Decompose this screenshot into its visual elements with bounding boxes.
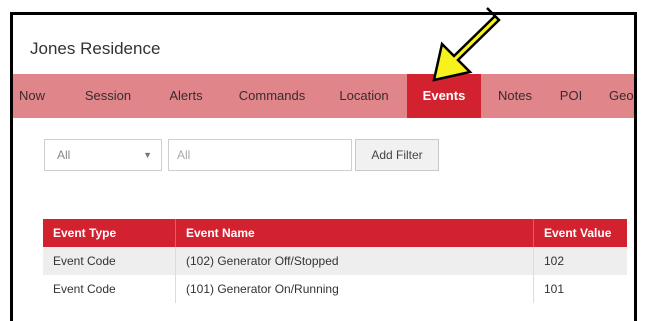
cell-event-type: Event Code bbox=[53, 254, 116, 268]
cell-event-name: (102) Generator Off/Stopped bbox=[175, 247, 533, 275]
tab-now[interactable]: Now bbox=[13, 74, 51, 118]
cell-event-value: 102 bbox=[533, 247, 627, 275]
tab-notes[interactable]: Notes bbox=[493, 74, 537, 118]
cell-event-value: 101 bbox=[533, 275, 627, 303]
add-filter-button[interactable]: Add Filter bbox=[355, 139, 439, 171]
cell-event-type: Event Code bbox=[53, 282, 116, 296]
tab-geo[interactable]: Geo bbox=[609, 74, 634, 118]
tab-location[interactable]: Location bbox=[331, 74, 397, 118]
tab-poi[interactable]: POI bbox=[553, 74, 589, 118]
table-row[interactable]: Event Code (101) Generator On/Running 10… bbox=[43, 275, 627, 303]
tab-commands[interactable]: Commands bbox=[234, 74, 310, 118]
filter-type-value: All bbox=[57, 148, 71, 162]
column-header-event-type[interactable]: Event Type bbox=[43, 219, 175, 247]
chevron-down-icon: ▼ bbox=[143, 150, 152, 160]
table-header: Event Type Event Name Event Value bbox=[43, 219, 627, 247]
tab-alerts[interactable]: Alerts bbox=[163, 74, 209, 118]
column-header-event-value[interactable]: Event Value bbox=[533, 219, 627, 247]
page-title: Jones Residence bbox=[30, 39, 161, 58]
column-header-event-name[interactable]: Event Name bbox=[175, 219, 533, 247]
filter-type-select[interactable]: All ▼ bbox=[44, 139, 162, 171]
tab-events[interactable]: Events bbox=[407, 74, 481, 118]
filter-value-input[interactable]: All bbox=[168, 139, 352, 171]
table-row[interactable]: Event Code (102) Generator Off/Stopped 1… bbox=[43, 247, 627, 275]
nav-bar: Now Session Alerts Commands Location Eve… bbox=[13, 74, 634, 118]
tab-session[interactable]: Session bbox=[77, 74, 139, 118]
cell-event-name: (101) Generator On/Running bbox=[175, 275, 533, 303]
